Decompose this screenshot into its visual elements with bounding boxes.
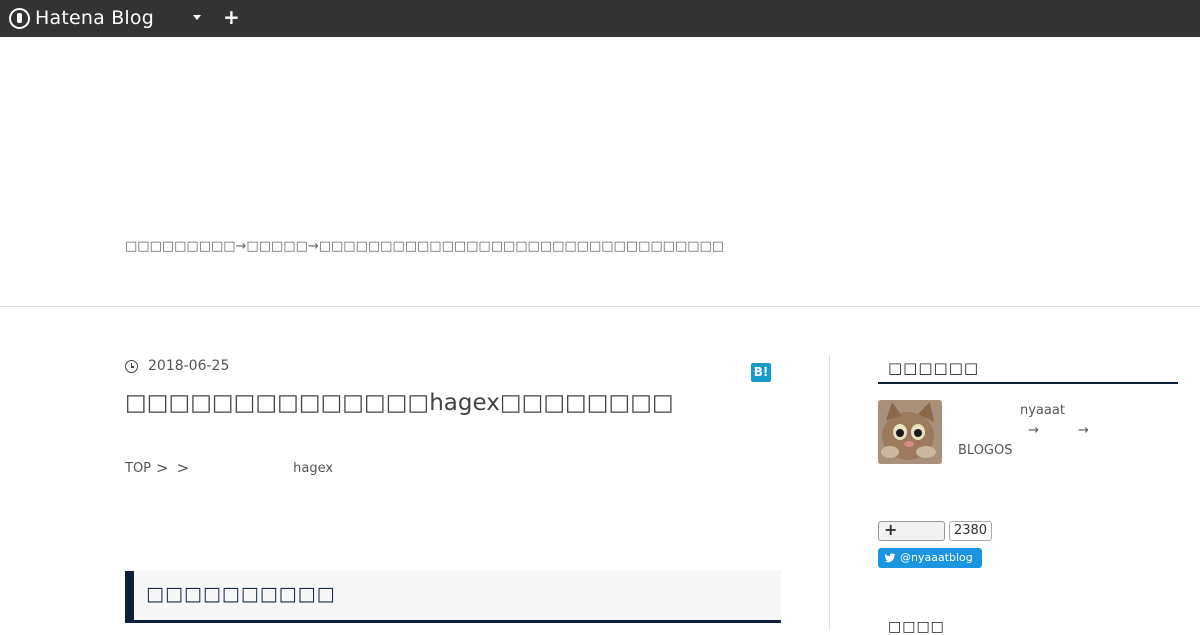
entry-title[interactable]: □□□□□□□□□□□□□□hagex□□□□□□□□: [125, 390, 674, 416]
section-heading: □□□□□□□□□□: [125, 571, 781, 623]
follower-count: 2380: [949, 521, 992, 541]
breadcrumb-top-link[interactable]: TOP: [125, 461, 151, 477]
breadcrumb: TOP > > hagex: [125, 459, 334, 477]
breadcrumb-current: hagex: [293, 461, 334, 476]
sidebar-profile-heading-text: □□□□□□: [888, 359, 980, 377]
sidebar-next-heading: □□□□: [888, 619, 945, 635]
blog-header: □□□□□□□□□→□□□□□→□□□□□□□□□□□□□□□□□□□□□□□□…: [0, 37, 1200, 307]
breadcrumb-separator: >: [176, 459, 190, 477]
caret-down-icon[interactable]: [193, 15, 201, 20]
hatena-blog-logo[interactable]: Hatena Blog: [9, 6, 154, 30]
blog-description: □□□□□□□□□→□□□□□→□□□□□□□□□□□□□□□□□□□□□□□□…: [125, 239, 725, 254]
cat-avatar-image: [878, 400, 942, 464]
logo-text: Hatena Blog: [35, 7, 154, 29]
entry-date[interactable]: 2018-06-25: [148, 358, 229, 374]
section-heading-text: □□□□□□□□□□: [146, 583, 336, 605]
plus-icon[interactable]: +: [223, 6, 240, 28]
profile-text-blogos: BLOGOS: [958, 443, 1013, 458]
profile-text-arrow: →: [1028, 423, 1039, 438]
profile-name[interactable]: nyaaat: [1020, 403, 1065, 418]
hatena-logo-icon: [9, 7, 30, 29]
twitter-bird-icon: [884, 553, 896, 563]
hatena-topbar: Hatena Blog +: [0, 0, 1200, 37]
column-divider: [829, 355, 830, 630]
profile-text-arrow: →: [1078, 423, 1089, 438]
follow-button[interactable]: +: [878, 520, 945, 541]
breadcrumb-separator: >: [156, 459, 169, 477]
clock-icon: [125, 360, 138, 373]
plus-icon: +: [884, 520, 898, 539]
sidebar-profile-heading: □□□□□□: [878, 357, 1178, 384]
twitter-follow-button[interactable]: @nyaaatblog: [878, 548, 982, 568]
avatar[interactable]: [878, 400, 942, 464]
hatena-bookmark-button[interactable]: B!: [751, 363, 771, 382]
twitter-handle: @nyaaatblog: [900, 551, 973, 564]
